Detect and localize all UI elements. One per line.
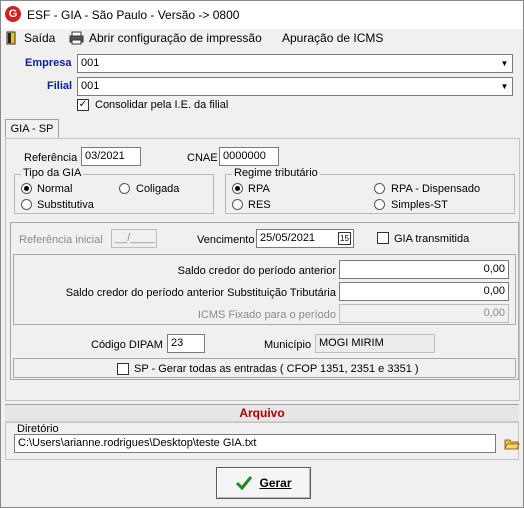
tipo-gia-caption: Tipo da GIA (21, 167, 84, 179)
radio-normal[interactable] (21, 183, 32, 194)
radio-rpa[interactable] (232, 183, 243, 194)
window-title: ESF - GIA - São Paulo - Versão -> 0800 (27, 8, 240, 22)
branch-select[interactable]: 001 ▼ (77, 77, 513, 96)
saldo-st-label: Saldo credor do período anterior Substit… (65, 287, 336, 299)
municipio-label: Município (264, 339, 312, 351)
saldo-credor-field[interactable]: 0,00 (339, 260, 509, 279)
gerar-button[interactable]: Gerar (216, 467, 311, 499)
tab-gia-sp[interactable]: GIA - SP (5, 119, 59, 139)
dipam-label: Código DIPAM (91, 339, 163, 351)
regime-caption: Regime tributário (232, 167, 320, 179)
checkmark-icon (236, 476, 253, 491)
gia-transmitida-checkbox[interactable] (377, 232, 389, 244)
dipam-field[interactable]: 23 (167, 334, 205, 353)
saldo-credor-label: Saldo credor do período anterior (177, 265, 336, 277)
radio-rpa-dispensado[interactable] (374, 183, 385, 194)
main-window: G ESF - GIA - São Paulo - Versão -> 0800… (0, 0, 524, 508)
vencimento-field[interactable]: 25/05/2021 15 (256, 229, 354, 248)
municipio-field: MOGI MIRIM (315, 334, 435, 353)
consolidate-checkbox[interactable]: ✓ (77, 99, 89, 111)
menu-print-config-label: Abrir configuração de impressão (89, 31, 262, 45)
icms-fixado-label: ICMS Fixado para o período (197, 309, 336, 321)
company-select[interactable]: 001 ▼ (77, 54, 513, 73)
tab-gia-sp-label: GIA - SP (10, 123, 54, 135)
cnae-label: CNAE (187, 152, 218, 164)
cnae-field[interactable]: 0000000 (219, 147, 279, 166)
radio-normal-label: Normal (37, 183, 73, 195)
radio-simples-st-label: Simples-ST (391, 199, 448, 211)
vencimento-value: 25/05/2021 (260, 232, 316, 244)
radio-substitutiva[interactable] (21, 199, 32, 210)
ref-inicial-field[interactable]: __/____ (111, 229, 157, 248)
chevron-down-icon[interactable]: ▼ (497, 78, 512, 95)
door-exit-icon (6, 31, 16, 45)
radio-rpa-dispensado-label: RPA - Dispensado (391, 183, 481, 195)
dir-field[interactable]: C:\Users\arianne.rodrigues\Desktop\teste… (14, 434, 496, 453)
gerar-label: Gerar (259, 476, 292, 490)
menu-exit-label: Saída (24, 31, 56, 45)
menu-exit[interactable]: Saída (5, 31, 55, 45)
app-logo-icon: G (5, 6, 21, 22)
printer-icon (69, 31, 84, 45)
company-value: 001 (81, 57, 100, 69)
sp-entradas-checkbox[interactable] (117, 363, 129, 375)
chevron-down-icon[interactable]: ▼ (497, 55, 512, 72)
radio-rpa-label: RPA (248, 183, 270, 195)
title-bar: G ESF - GIA - São Paulo - Versão -> 0800 (1, 1, 523, 29)
sp-entradas-label: SP - Gerar todas as entradas ( CFOP 1351… (134, 363, 419, 375)
radio-simples-st[interactable] (374, 199, 385, 210)
saldo-st-field[interactable]: 0,00 (339, 282, 509, 301)
branch-label: Filial (47, 80, 73, 92)
branch-value: 001 (81, 80, 100, 92)
folder-open-icon[interactable] (504, 437, 520, 451)
radio-coligada[interactable] (119, 183, 130, 194)
calendar-icon[interactable]: 15 (338, 232, 351, 245)
menu-icms[interactable]: Apuração de ICMS (282, 31, 383, 45)
radio-substitutiva-label: Substitutiva (37, 199, 94, 211)
radio-res-label: RES (248, 199, 271, 211)
menu-icms-label: Apuração de ICMS (282, 31, 384, 45)
ref-field[interactable]: 03/2021 (81, 147, 141, 166)
ref-label: Referência (24, 152, 78, 164)
icms-fixado-field[interactable]: 0,00 (339, 304, 509, 323)
vencimento-label: Vencimento (197, 234, 255, 246)
menu-print-config[interactable]: Abrir configuração de impressão (69, 31, 262, 45)
company-label: Empresa (25, 57, 72, 69)
radio-coligada-label: Coligada (136, 183, 180, 195)
radio-res[interactable] (232, 199, 243, 210)
menu-bar: Saída Abrir configuração de impressão Ap… (1, 29, 523, 49)
arquivo-header: Arquivo (5, 404, 519, 422)
gia-transmitida-label: GIA transmitida (394, 233, 470, 245)
ref-inicial-label: Referência inicial (19, 234, 103, 246)
consolidate-label: Consolidar pela I.E. da filial (95, 99, 229, 111)
